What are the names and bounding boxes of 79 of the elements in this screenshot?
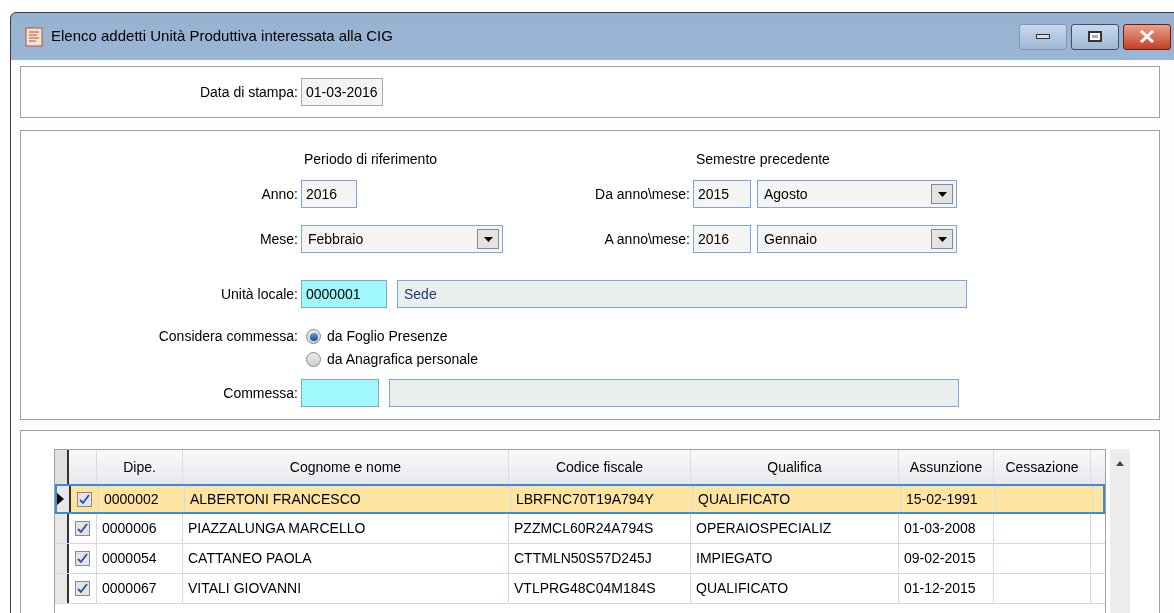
year-field[interactable]: 2016 bbox=[301, 180, 357, 208]
table-cell-text: 0000002 bbox=[104, 489, 159, 509]
document-icon bbox=[25, 26, 43, 47]
row-header[interactable] bbox=[57, 486, 71, 512]
radio-button[interactable] bbox=[306, 352, 321, 367]
caret-icon bbox=[483, 236, 493, 242]
print-date-field[interactable]: 01-03-2016 bbox=[301, 78, 383, 106]
check-icon bbox=[77, 553, 88, 564]
table-cell-text: 15-02-1991 bbox=[906, 489, 978, 509]
section-heading: Semestre precedente bbox=[696, 150, 831, 169]
table-cell-text: 01-12-2015 bbox=[904, 579, 976, 598]
radio-option[interactable]: da Foglio Presenze bbox=[306, 326, 478, 347]
scroll-up-icon bbox=[1116, 461, 1124, 466]
table-row[interactable]: 0000067 VITALI GIOVANNI VTLPRG48C04M184S QUALIFICATO 01-12-2015 bbox=[55, 574, 1105, 604]
radio-option[interactable]: da Anagrafica personale bbox=[306, 349, 478, 370]
table-cell-text: IMPIEGATO bbox=[696, 549, 773, 568]
table-cell-text: CTTMLN50S57D245J bbox=[514, 549, 652, 568]
table-cell-text: 0000054 bbox=[102, 549, 157, 568]
close-button[interactable] bbox=[1123, 23, 1171, 50]
table-cell-text: QUALIFICATO bbox=[696, 579, 789, 598]
table-row[interactable]: 0000002 ALBERTONI FRANCESCO LBRFNC70T19A794Y QUALIFICATO 15-02-1991 bbox=[55, 484, 1105, 514]
field-label: Commessa: bbox=[222, 383, 299, 403]
row-header[interactable] bbox=[55, 544, 69, 573]
checkbox[interactable] bbox=[75, 551, 90, 566]
row-header[interactable] bbox=[55, 514, 69, 543]
dropdown-button[interactable] bbox=[931, 184, 953, 204]
checkbox[interactable] bbox=[75, 581, 90, 596]
field-label: Anno: bbox=[260, 184, 299, 204]
radio-button[interactable] bbox=[306, 329, 321, 344]
table-cell-text: PIAZZALUNGA MARCELLO bbox=[188, 519, 366, 538]
field-label: Data di stampa: bbox=[198, 82, 299, 102]
dropdown-button[interactable] bbox=[477, 229, 499, 249]
month-dropdown[interactable]: Agosto bbox=[757, 180, 957, 208]
field-label: Considera commessa: bbox=[157, 327, 299, 346]
row-pointer-icon bbox=[57, 493, 64, 505]
maximize-button[interactable] bbox=[1071, 23, 1119, 50]
table-row[interactable]: 0000054 CATTANEO PAOLA CTTMLN50S57D245J IMPIEGATO 09-02-2015 bbox=[55, 544, 1105, 574]
dropdown-button[interactable] bbox=[931, 229, 953, 249]
table-cell-text: OPERAIOSPECIALIZ bbox=[696, 519, 832, 538]
row-header[interactable] bbox=[55, 574, 69, 603]
table-cell-text: LBRFNC70T19A794Y bbox=[516, 489, 654, 509]
table-cell-text: 0000006 bbox=[102, 519, 157, 538]
field-label: Mese: bbox=[258, 229, 299, 249]
caret-icon bbox=[937, 191, 947, 197]
table-cell-text: 01-03-2008 bbox=[904, 519, 976, 538]
check-icon bbox=[77, 583, 88, 594]
month-dropdown[interactable]: Febbraio bbox=[301, 225, 503, 253]
field-label: A anno\mese: bbox=[603, 229, 691, 249]
job-code-field[interactable] bbox=[301, 379, 379, 407]
table-cell-text: 09-02-2015 bbox=[904, 549, 976, 568]
field-label: Da anno\mese: bbox=[594, 184, 691, 204]
minimize-icon bbox=[1036, 34, 1050, 39]
close-icon bbox=[1139, 30, 1155, 43]
job-name-field[interactable] bbox=[389, 379, 959, 407]
table-row[interactable]: 0000006 PIAZZALUNGA MARCELLO PZZMCL60R24A794S OPERAIOSPECIALIZ 01-03-2008 bbox=[55, 514, 1105, 544]
table-cell-text: ALBERTONI FRANCESCO bbox=[190, 489, 361, 509]
unit-name-field[interactable]: Sede bbox=[397, 280, 967, 308]
unit-code-field[interactable]: 0000001 bbox=[301, 280, 387, 308]
field-label: Unità locale: bbox=[219, 284, 299, 304]
window-title: Elenco addetti Unità Produttiva interessata alla CIG bbox=[51, 26, 393, 47]
table-cell-text: QUALIFICATO bbox=[698, 489, 791, 509]
year-field[interactable]: 2016 bbox=[693, 225, 751, 253]
checkbox[interactable] bbox=[77, 491, 92, 507]
row-header bbox=[55, 450, 69, 484]
maximize-icon bbox=[1088, 31, 1102, 42]
caret-icon bbox=[937, 236, 947, 242]
minimize-button[interactable] bbox=[1019, 23, 1067, 50]
table-cell-text: VITALI GIOVANNI bbox=[188, 579, 302, 598]
year-field[interactable]: 2015 bbox=[693, 180, 751, 208]
table-cell-text: CATTANEO PAOLA bbox=[188, 549, 312, 568]
scrollbar[interactable] bbox=[1110, 449, 1130, 613]
table-cell-text: 0000067 bbox=[102, 579, 157, 598]
check-icon bbox=[77, 523, 88, 534]
month-dropdown[interactable]: Gennaio bbox=[757, 225, 957, 253]
table-cell-text: VTLPRG48C04M184S bbox=[514, 579, 656, 598]
check-icon bbox=[79, 493, 90, 505]
section-heading: Periodo di riferimento bbox=[304, 150, 439, 169]
checkbox[interactable] bbox=[75, 521, 90, 536]
table-cell-text: PZZMCL60R24A794S bbox=[514, 519, 654, 538]
